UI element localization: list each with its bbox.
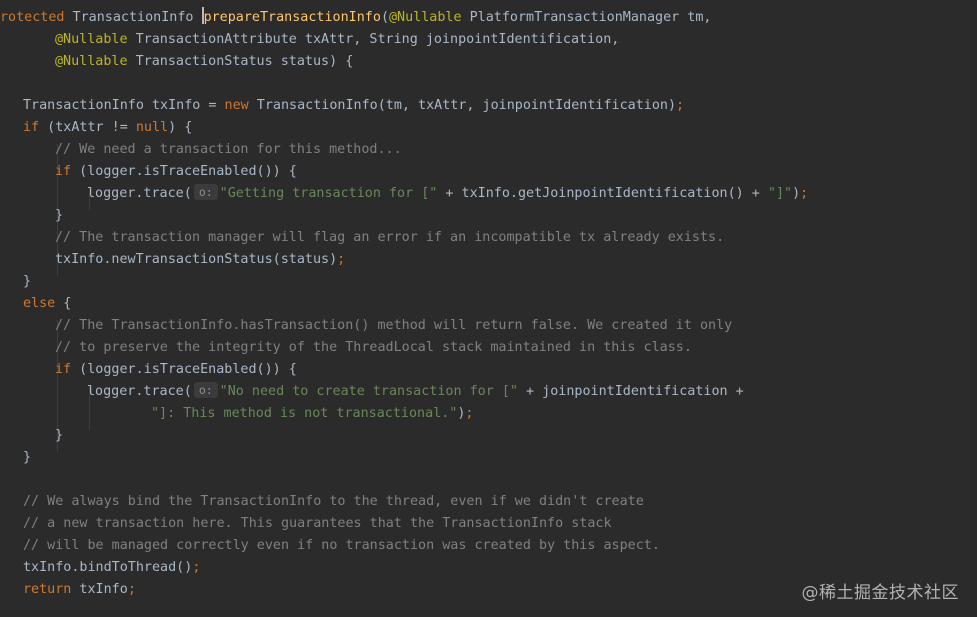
semicolon: ; <box>676 98 685 113</box>
code-line-13[interactable]: } <box>23 271 31 293</box>
code-text: } <box>55 428 64 443</box>
annotation: @Nullable <box>389 10 462 25</box>
semicolon: ; <box>337 252 346 267</box>
keyword: if <box>23 120 40 135</box>
keyword: return <box>23 582 72 597</box>
code-text: TransactionInfo(tm, txAttr, joinpointIde… <box>248 98 677 113</box>
code-line-1[interactable]: rotected TransactionInfo prepareTransact… <box>0 7 711 29</box>
code-text: (logger.isTraceEnabled()) { <box>71 164 297 179</box>
code-editor[interactable]: rotected TransactionInfo prepareTransact… <box>0 0 977 617</box>
code-text: PlatformTransactionManager tm, <box>461 10 712 25</box>
code-line-7[interactable]: // We need a transaction for this method… <box>55 139 402 161</box>
code-line-26[interactable]: txInfo.bindToThread(); <box>23 557 200 579</box>
code-line-15[interactable]: // The TransactionInfo.hasTransaction() … <box>55 315 732 337</box>
parameter-hint: o: <box>193 184 218 200</box>
comment: // We always bind the TransactionInfo to… <box>23 494 644 509</box>
semicolon: ; <box>800 186 809 201</box>
code-text: ) { <box>168 120 193 135</box>
code-line-9[interactable]: logger.trace(o: "Getting transaction for … <box>87 183 808 205</box>
comment: // to preserve the integrity of the Thre… <box>55 340 692 355</box>
keyword: new <box>224 98 249 113</box>
code-line-2[interactable]: @Nullable TransactionAttribute txAttr, S… <box>55 29 619 51</box>
parameter-hint: o: <box>193 382 218 398</box>
comment: // The TransactionInfo.hasTransaction() … <box>55 318 733 333</box>
code-line-20[interactable]: } <box>55 425 63 447</box>
method-name: prepareTransactionInfo <box>203 10 381 25</box>
code-text: txInfo.newTransactionStatus(status) <box>55 252 338 267</box>
code-line-24[interactable]: // a new transaction here. This guarante… <box>23 513 612 535</box>
code-line-17[interactable]: if (logger.isTraceEnabled()) { <box>55 359 297 381</box>
code-line-14[interactable]: else { <box>23 293 71 315</box>
code-line-3[interactable]: @Nullable TransactionStatus status) { <box>55 51 353 73</box>
code-text: logger.trace( <box>87 384 192 399</box>
comment: // The transaction manager will flag an … <box>55 230 725 245</box>
keyword: null <box>135 120 169 135</box>
annotation: @Nullable <box>55 32 128 47</box>
code-text: { <box>55 296 72 311</box>
comment: // will be managed correctly even if no … <box>23 538 660 553</box>
code-text: txInfo.bindToThread() <box>23 560 193 575</box>
code-line-10[interactable]: } <box>55 205 63 227</box>
code-line-12[interactable]: txInfo.newTransactionStatus(status); <box>55 249 345 271</box>
code-text: } <box>55 208 64 223</box>
code-text: + txInfo.getJoinpointIdentification() + <box>437 186 768 201</box>
watermark-text: @稀土掘金技术社区 <box>801 583 959 603</box>
code-text: ) <box>792 186 801 201</box>
code-line-27[interactable]: return txInfo; <box>23 579 136 601</box>
code-text: (logger.isTraceEnabled()) { <box>71 362 297 377</box>
string-literal: "]" <box>767 186 793 201</box>
code-text: (txAttr != <box>39 120 136 135</box>
code-line-16[interactable]: // to preserve the integrity of the Thre… <box>55 337 692 359</box>
code-line-21[interactable]: } <box>23 447 31 469</box>
semicolon: ; <box>192 560 201 575</box>
code-line-25[interactable]: // will be managed correctly even if no … <box>23 535 660 557</box>
string-literal: "]: This method is not transactional." <box>151 406 458 421</box>
code-text: txInfo <box>71 582 128 597</box>
code-line-11[interactable]: // The transaction manager will flag an … <box>55 227 724 249</box>
code-line-18[interactable]: logger.trace(o: "No need to create transa… <box>87 381 744 403</box>
code-text: TransactionStatus status) { <box>127 54 354 69</box>
code-line-6[interactable]: if (txAttr != null) { <box>23 117 192 139</box>
code-text: } <box>23 274 32 289</box>
code-text: TransactionAttribute txAttr, String join… <box>127 32 620 47</box>
code-text: TransactionInfo <box>64 10 202 25</box>
semicolon: ; <box>465 406 474 421</box>
code-text: logger.trace( <box>87 186 192 201</box>
keyword: rotected <box>0 10 65 25</box>
semicolon: ; <box>127 582 136 597</box>
code-text: + joinpointIdentification + <box>517 384 744 399</box>
code-line-19[interactable]: "]: This method is not transactional."); <box>151 403 473 425</box>
comment: // We need a transaction for this method… <box>55 142 402 157</box>
string-literal: "Getting transaction for [" <box>219 186 438 201</box>
code-text: TransactionInfo txInfo = <box>23 98 225 113</box>
keyword: else <box>23 296 56 311</box>
keyword: if <box>55 164 72 179</box>
code-line-5[interactable]: TransactionInfo txInfo = new Transaction… <box>23 95 684 117</box>
string-literal: "No need to create transaction for [" <box>219 384 518 399</box>
code-line-23[interactable]: // We always bind the TransactionInfo to… <box>23 491 644 513</box>
code-text: ( <box>380 10 389 25</box>
annotation: @Nullable <box>55 54 128 69</box>
keyword: if <box>55 362 72 377</box>
code-line-8[interactable]: if (logger.isTraceEnabled()) { <box>55 161 297 183</box>
comment: // a new transaction here. This guarante… <box>23 516 612 531</box>
code-text: } <box>23 450 32 465</box>
